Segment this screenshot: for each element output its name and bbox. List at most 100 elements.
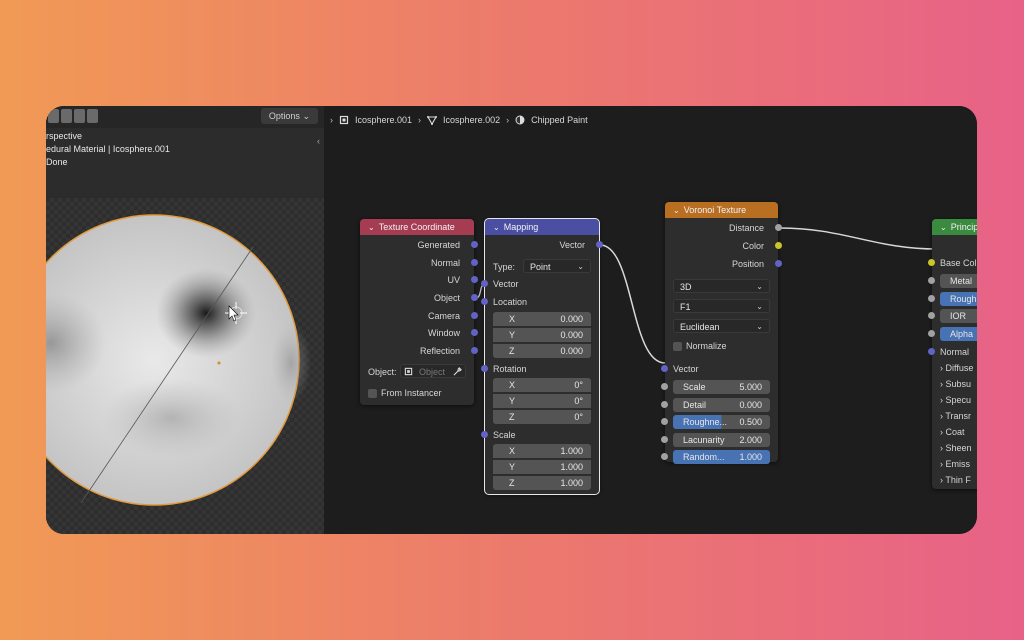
chevron-down-icon[interactable]: ⌄ bbox=[493, 223, 500, 232]
principled-bsdf-node[interactable]: ⌄ Princip Base Col Metal Rough IOR Alpha … bbox=[928, 219, 977, 489]
input-socket[interactable] bbox=[661, 401, 668, 408]
alpha-field[interactable]: Alpha bbox=[940, 327, 977, 341]
chevron-right-icon: › bbox=[940, 395, 943, 405]
chevron-down-icon: ⌄ bbox=[756, 302, 763, 311]
axis-label: Y bbox=[509, 330, 516, 340]
normalize-checkbox[interactable] bbox=[673, 342, 682, 351]
field-label: Roughne... bbox=[683, 417, 728, 427]
input-socket[interactable] bbox=[661, 436, 668, 443]
chevron-down-icon[interactable]: ⌄ bbox=[368, 223, 375, 232]
input-socket[interactable] bbox=[661, 453, 668, 460]
randomness-field[interactable]: Random... 1.000 bbox=[673, 450, 770, 464]
panel-specular[interactable]: › Specu bbox=[932, 393, 977, 407]
from-instancer-label: From Instancer bbox=[381, 388, 442, 398]
from-instancer-checkbox[interactable] bbox=[368, 389, 377, 398]
chevron-down-icon[interactable]: ⌄ bbox=[673, 206, 680, 215]
mapping-type-dropdown[interactable]: Point ⌄ bbox=[523, 259, 591, 273]
output-socket[interactable] bbox=[471, 294, 478, 301]
detail-field[interactable]: Detail 0.000 bbox=[673, 398, 770, 412]
feature-dropdown[interactable]: F1 ⌄ bbox=[673, 299, 770, 313]
object-picker[interactable]: Object bbox=[400, 364, 466, 378]
input-socket[interactable] bbox=[928, 277, 935, 284]
scale-field[interactable]: Scale 5.000 bbox=[673, 380, 770, 394]
ior-field[interactable]: IOR bbox=[940, 309, 977, 323]
panel-diffuse[interactable]: › Diffuse bbox=[932, 361, 977, 375]
output-color: Color bbox=[665, 239, 782, 253]
output-socket[interactable] bbox=[471, 276, 478, 283]
output-object: Object bbox=[360, 291, 478, 305]
node-title: Mapping bbox=[503, 222, 539, 232]
input-socket[interactable] bbox=[481, 298, 488, 305]
output-socket[interactable] bbox=[775, 224, 782, 231]
panel-coat[interactable]: › Coat bbox=[932, 425, 977, 439]
options-dropdown[interactable]: Options ⌄ bbox=[260, 108, 318, 124]
field-value: 0° bbox=[574, 396, 583, 406]
mapping-node[interactable]: ⌄ Mapping Vector Type: Point ⌄ Vector Loca… bbox=[481, 218, 603, 495]
eyedropper-icon[interactable] bbox=[453, 367, 462, 376]
roughness-field[interactable]: Roughne... 0.500 bbox=[673, 415, 770, 429]
input-socket[interactable] bbox=[661, 418, 668, 425]
voronoi-texture-node[interactable]: ⌄ Voronoi Texture Distance Color Position… bbox=[661, 202, 782, 464]
output-socket[interactable] bbox=[775, 260, 782, 267]
panel-thin-film[interactable]: › Thin F bbox=[932, 473, 977, 487]
scale-x-field[interactable]: X 1.000 bbox=[493, 444, 591, 458]
texture-coordinate-node[interactable]: ⌄ Texture Coordinate Generated Normal UV … bbox=[360, 219, 478, 405]
field-label: Detail bbox=[683, 400, 707, 410]
shading-mode-icons[interactable] bbox=[48, 109, 98, 123]
output-socket[interactable] bbox=[471, 347, 478, 354]
field-value: 0.000 bbox=[739, 400, 762, 410]
texture-coordinate-header[interactable]: ⌄ Texture Coordinate bbox=[360, 219, 474, 235]
metric-dropdown[interactable]: Euclidean ⌄ bbox=[673, 319, 770, 333]
mapping-header[interactable]: ⌄ Mapping bbox=[485, 219, 599, 235]
3d-viewport[interactable]: Options ⌄ rspective edural Material | Ic… bbox=[46, 106, 325, 534]
input-socket[interactable] bbox=[928, 330, 935, 337]
rotation-z-field[interactable]: Z 0° bbox=[493, 410, 591, 424]
chevron-left-icon[interactable]: ‹ bbox=[317, 136, 320, 146]
rotation-x-field[interactable]: X 0° bbox=[493, 378, 591, 392]
scale-y-field[interactable]: Y 1.000 bbox=[493, 460, 591, 474]
output-socket[interactable] bbox=[596, 241, 603, 248]
input-socket[interactable] bbox=[928, 295, 935, 302]
input-socket[interactable] bbox=[661, 365, 668, 372]
panel-emission[interactable]: › Emiss bbox=[932, 457, 977, 471]
location-y-field[interactable]: Y 0.000 bbox=[493, 328, 591, 342]
panel-transmission[interactable]: › Transr bbox=[932, 409, 977, 423]
principled-header[interactable]: ⌄ Princip bbox=[932, 219, 977, 235]
output-socket[interactable] bbox=[471, 259, 478, 266]
voronoi-header[interactable]: ⌄ Voronoi Texture bbox=[665, 202, 778, 218]
metallic-field[interactable]: Metal bbox=[940, 274, 977, 288]
dropdown-value: Euclidean bbox=[680, 322, 720, 332]
output-generated: Generated bbox=[360, 238, 478, 252]
rotation-y-field[interactable]: Y 0° bbox=[493, 394, 591, 408]
lacunarity-field[interactable]: Lacunarity 2.000 bbox=[673, 433, 770, 447]
location-x-field[interactable]: X 0.000 bbox=[493, 312, 591, 326]
output-socket[interactable] bbox=[471, 241, 478, 248]
output-normal: Normal bbox=[360, 256, 478, 270]
shader-node-editor[interactable]: › Icosphere.001 › Icosphere.002 › Chippe… bbox=[324, 106, 977, 534]
panel-sheen[interactable]: › Sheen bbox=[932, 441, 977, 455]
socket-label: Camera bbox=[427, 311, 460, 321]
scale-z-field[interactable]: Z 1.000 bbox=[493, 476, 591, 490]
dimensions-dropdown[interactable]: 3D ⌄ bbox=[673, 279, 770, 293]
input-socket[interactable] bbox=[481, 365, 488, 372]
input-socket[interactable] bbox=[481, 431, 488, 438]
roughness-field[interactable]: Rough bbox=[940, 292, 977, 306]
location-z-field[interactable]: Z 0.000 bbox=[493, 344, 591, 358]
input-socket[interactable] bbox=[661, 383, 668, 390]
field-value: 0° bbox=[574, 380, 583, 390]
chevron-down-icon[interactable]: ⌄ bbox=[940, 223, 947, 232]
panel-subsurface[interactable]: › Subsu bbox=[932, 377, 977, 391]
output-socket[interactable] bbox=[471, 329, 478, 336]
output-socket[interactable] bbox=[775, 242, 782, 249]
panel-label: Sheen bbox=[945, 443, 972, 453]
input-socket[interactable] bbox=[928, 348, 935, 355]
input-socket[interactable] bbox=[928, 312, 935, 319]
socket-label: Vector bbox=[673, 364, 699, 374]
input-socket[interactable] bbox=[481, 280, 488, 287]
input-socket[interactable] bbox=[928, 259, 935, 266]
field-label: Random... bbox=[683, 452, 725, 462]
axis-label: Z bbox=[509, 412, 515, 422]
panel-label: Transr bbox=[945, 411, 972, 421]
output-socket[interactable] bbox=[471, 312, 478, 319]
render-status-text: Done bbox=[46, 157, 68, 167]
